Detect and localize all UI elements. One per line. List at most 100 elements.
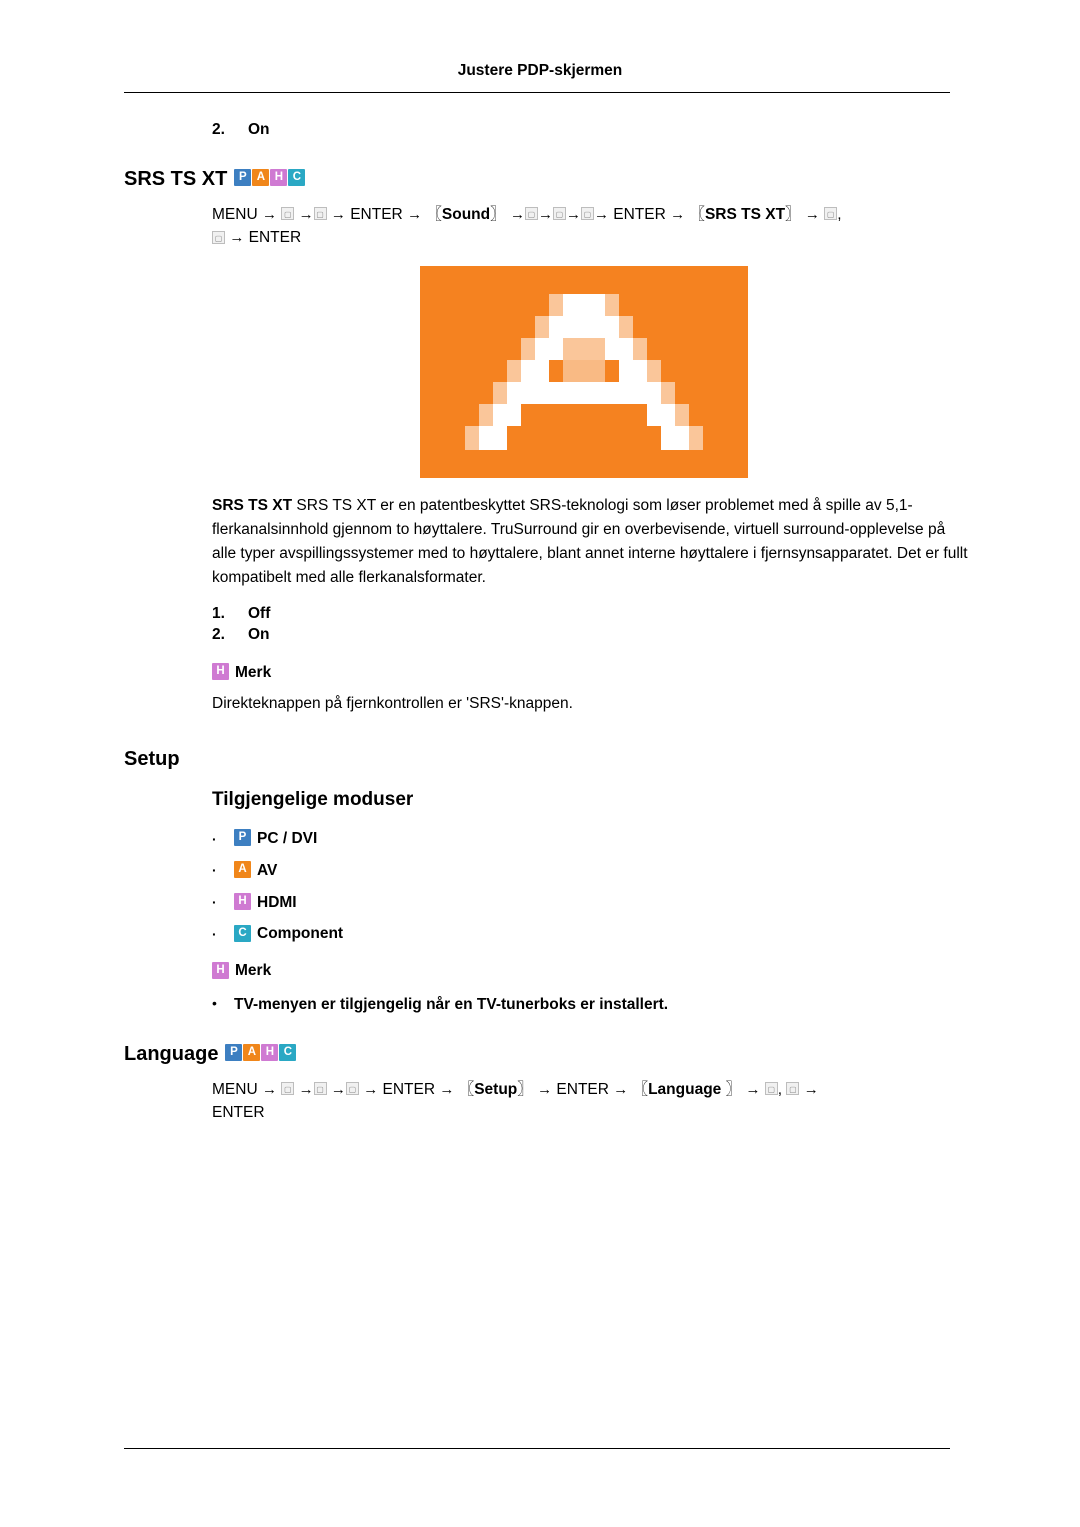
nav-key-icon: ▢ (313, 1082, 327, 1096)
arrow-icon: → (261, 205, 277, 223)
arrow-icon: → (593, 205, 609, 223)
menu-item-setup: Setup (474, 1080, 518, 1098)
badge-hdmi-icon: H (270, 169, 288, 187)
option-number: 2. (212, 121, 225, 138)
menu-item-language: Language (648, 1080, 722, 1098)
header-divider (124, 92, 950, 93)
comma: , (777, 1080, 783, 1098)
heading-srs-label: SRS TS XT (124, 167, 228, 190)
arrow-icon: → (363, 1080, 379, 1098)
bracket-close: 〗 (785, 205, 801, 223)
heading-available-modes: Tilgjengelige moduser (212, 789, 414, 811)
option-label: On (248, 625, 270, 643)
arrow-icon: → (537, 1080, 553, 1098)
badge-hdmi-icon: H (261, 1044, 279, 1062)
menu-item-srs: SRS TS XT (704, 205, 786, 223)
note-label: Merk (235, 663, 272, 681)
arrow-icon: → (804, 205, 820, 223)
footer-divider (124, 1448, 950, 1449)
bullet-icon: · (212, 862, 217, 879)
badge-av-icon: A (234, 861, 251, 879)
nav-key-icon: ▢ (345, 1082, 359, 1096)
srs-description-lead: SRS TS XT (212, 496, 293, 514)
arrow-icon: → (803, 1080, 819, 1098)
nav-key-icon: ▢ (281, 1082, 295, 1096)
badge-av-icon: A (252, 169, 270, 187)
arrow-icon: → (509, 205, 525, 223)
mode-label: Component (257, 925, 344, 943)
badge-component-icon: C (279, 1044, 297, 1062)
tv-note-prefix: TV (234, 996, 253, 1014)
setup-note-heading: H Merk (212, 961, 954, 980)
mode-label: HDMI (257, 893, 297, 911)
available-modes-list: · P PC / DVI · A AV · H HDMI · C Compone… (212, 823, 954, 950)
option-number: 1. (212, 604, 225, 622)
nav-key-icon: ▢ (313, 207, 327, 221)
page-header: Justere PDP-skjermen (457, 62, 623, 79)
arrow-icon: → (261, 1080, 277, 1098)
arrow-icon: → (670, 205, 686, 223)
bracket-close: 〗 (517, 1080, 533, 1098)
enter-key-label: ENTER (613, 205, 666, 223)
mode-item-hdmi: · H HDMI (212, 887, 954, 919)
bracket-close: 〗 (725, 1080, 742, 1098)
srs-illustration-image (420, 265, 748, 478)
bracket-close: 〗 (490, 205, 506, 223)
bracket-open: 〖 (689, 205, 705, 223)
nav-key-icon: ▢ (580, 207, 594, 221)
srs-menu-path: MENU → ▢ → ▢ → ENTER → 〖Sound〗 → ▢ → ▢ → ▢ → EN… (212, 203, 952, 250)
arrow-icon: → (298, 1080, 314, 1098)
arrow-icon: → (330, 205, 346, 223)
tv-note-text: TV-menyen er tilgjengelig når en TV-tune… (234, 994, 668, 1016)
enter-key-label: ENTER (248, 229, 302, 247)
srs-description: SRS TS XT SRS TS XT er en patentbeskytte… (212, 494, 972, 590)
menu-item-sound: Sound (441, 205, 491, 223)
enter-key-label: ENTER (556, 1080, 609, 1098)
bracket-open: 〖 (458, 1080, 475, 1098)
language-menu-path: MENU → ▢ → ▢ → ▢ → ENTER → 〖Setup〗 → ENTER… (212, 1078, 952, 1125)
mode-label: PC / DVI (257, 830, 318, 848)
arrow-icon: → (613, 1080, 629, 1098)
option-number: 2. (212, 625, 225, 643)
option-row-top: 2. On (212, 120, 954, 141)
document-page: Justere PDP-skjermen 2. On SRS TS XT PAH… (0, 0, 1080, 1527)
heading-setup: Setup (124, 747, 954, 771)
badge-component-icon: C (234, 924, 251, 942)
arrow-icon: → (745, 1080, 761, 1098)
nav-key-icon: ▢ (524, 207, 538, 221)
badge-av-icon: A (243, 1044, 261, 1062)
badge-pc-icon: P (225, 1044, 243, 1062)
mode-item-component: · C Component (212, 918, 954, 950)
mode-label: AV (257, 861, 278, 879)
badge-pc-icon: P (234, 169, 252, 187)
bullet-icon: · (212, 830, 217, 847)
nav-key-icon: ▢ (764, 1082, 778, 1096)
setup-tv-note: • TV-menyen er tilgjengelig når en TV-tu… (212, 994, 954, 1016)
note-label: Merk (235, 962, 272, 980)
mode-item-pc-dvi: · P PC / DVI (212, 823, 954, 855)
menu-key-label: MENU (212, 1080, 258, 1098)
badge-pc-icon: P (234, 829, 251, 847)
bracket-open: 〖 (632, 1080, 649, 1098)
heading-setup-label: Setup (124, 748, 180, 771)
option-row: 2. On (212, 625, 954, 646)
nav-key-icon: ▢ (212, 230, 225, 244)
bullet-icon: · (212, 925, 217, 942)
arrow-icon: → (439, 1080, 455, 1098)
srs-option-list: 1. Off 2. On (124, 604, 954, 646)
arrow-icon: → (298, 205, 314, 223)
option-label: On (248, 121, 270, 138)
badge-hdmi-icon: H (234, 892, 251, 910)
nav-key-icon: ▢ (552, 207, 566, 221)
page-content: 2. On SRS TS XT PAHC MENU → ▢ → ▢ → ENTER… (124, 120, 968, 1125)
heading-language-label: Language (124, 1042, 219, 1065)
arrow-icon: → (537, 205, 553, 223)
badge-hdmi-icon: H (212, 961, 229, 979)
badge-hdmi-icon: H (212, 663, 229, 681)
enter-key-label: ENTER (382, 1080, 436, 1098)
badge-component-icon: C (288, 169, 306, 187)
arrow-icon: → (407, 205, 423, 223)
option-row: 1. Off (212, 604, 954, 625)
arrow-icon: → (229, 229, 245, 247)
arrow-icon: → (330, 1080, 346, 1098)
